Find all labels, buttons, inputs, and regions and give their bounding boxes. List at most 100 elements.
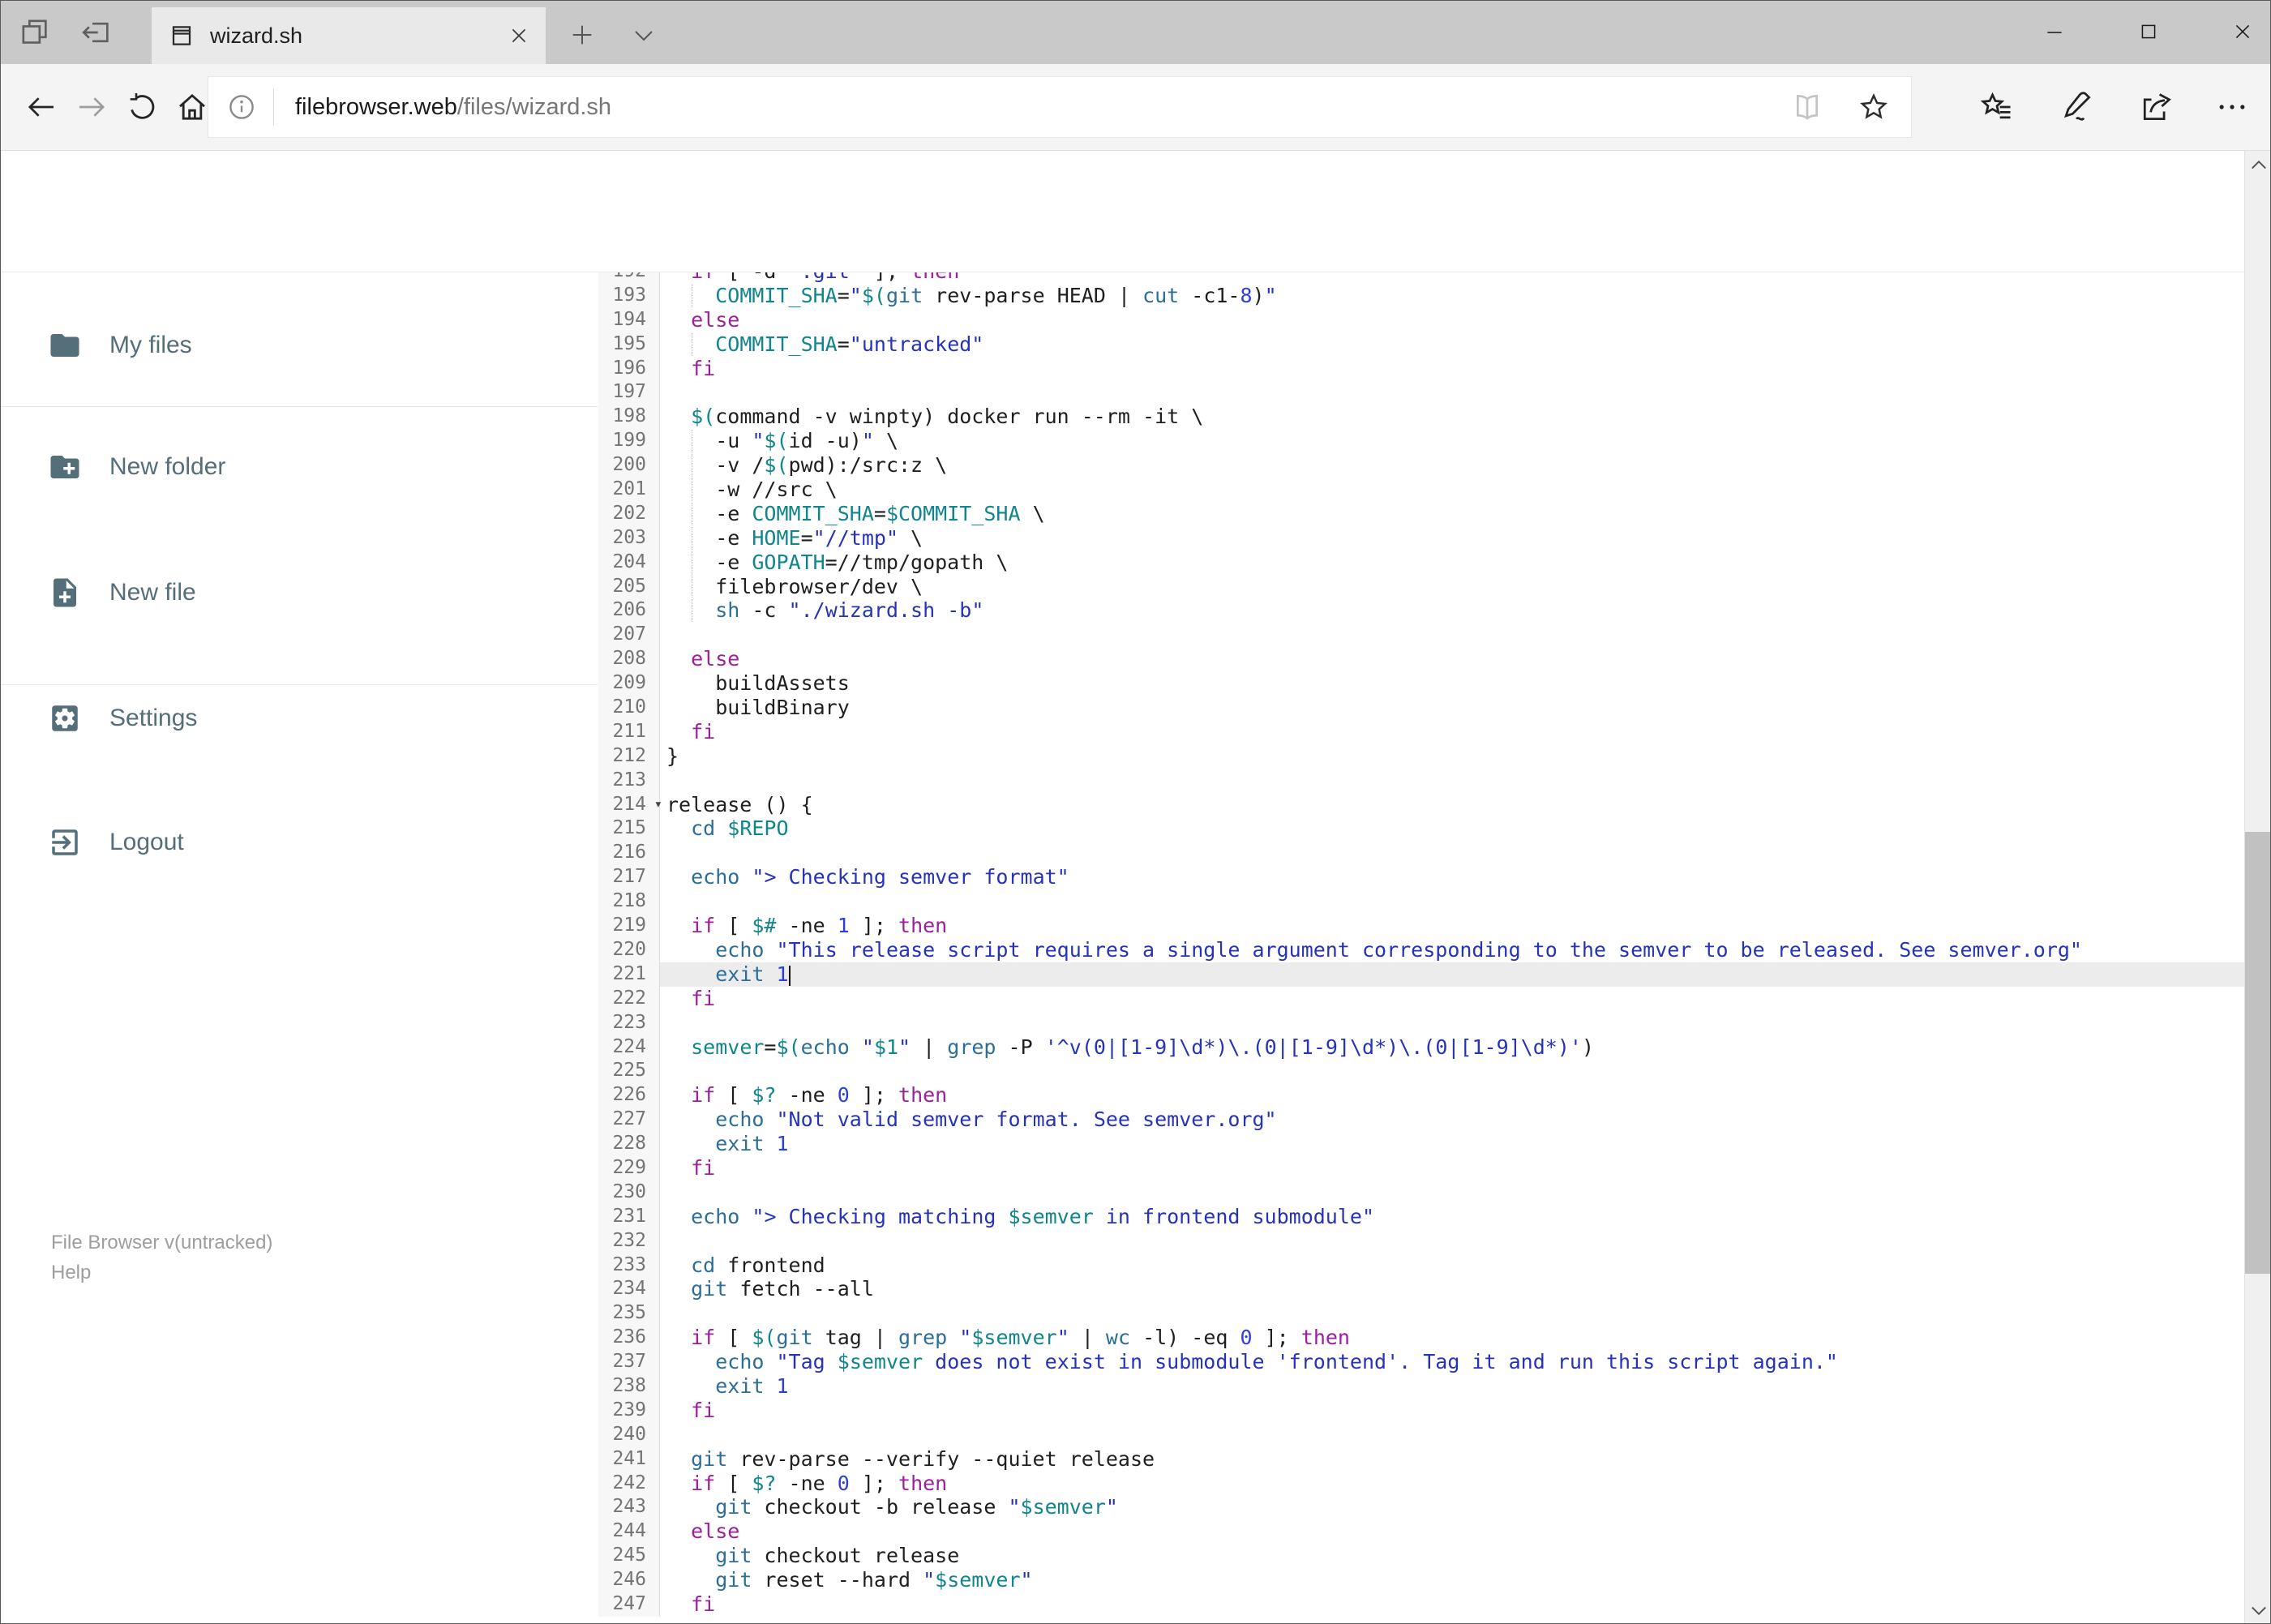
site-info-icon[interactable]: [226, 92, 257, 122]
code-line[interactable]: 203 -e HOME="//tmp" \: [598, 525, 2244, 551]
code-text[interactable]: [660, 1181, 2244, 1205]
code-text[interactable]: [660, 889, 2244, 914]
scroll-down-icon[interactable]: [2245, 1597, 2270, 1623]
code-line[interactable]: 192 if [ -d ".git" ]; then: [598, 272, 2244, 284]
code-line[interactable]: 207: [598, 623, 2244, 648]
code-text[interactable]: echo "Tag $semver does not exist in subm…: [660, 1350, 2244, 1374]
code-line[interactable]: 213: [598, 768, 2244, 793]
code-line[interactable]: 200 -v /$(pwd):/src:z \: [598, 453, 2244, 478]
code-line[interactable]: 243 git checkout -b release "$semver": [598, 1495, 2244, 1520]
home-button[interactable]: [176, 91, 208, 123]
code-text[interactable]: fi: [660, 1156, 2244, 1181]
code-text[interactable]: echo "> Checking semver format": [660, 865, 2244, 889]
code-text[interactable]: [660, 380, 2244, 405]
address-bar[interactable]: filebrowser.web/files/wizard.sh: [208, 76, 1912, 138]
code-line[interactable]: 232: [598, 1228, 2244, 1253]
code-text[interactable]: [660, 1011, 2244, 1035]
code-text[interactable]: -e HOME="//tmp" \: [660, 526, 2244, 551]
code-line[interactable]: 219 if [ $# -ne 1 ]; then: [598, 914, 2244, 938]
code-text[interactable]: else: [660, 308, 2244, 332]
code-text[interactable]: COMMIT_SHA="$(git rev-parse HEAD | cut -…: [660, 284, 2244, 308]
code-text[interactable]: [660, 1423, 2244, 1447]
maximize-button[interactable]: [2130, 11, 2167, 53]
sidebar-item-settings[interactable]: Settings: [1, 678, 598, 759]
code-line[interactable]: 218: [598, 889, 2244, 915]
code-line[interactable]: 238 exit 1: [598, 1373, 2244, 1399]
code-text[interactable]: exit 1: [660, 1132, 2244, 1156]
code-text[interactable]: git rev-parse --verify --quiet release: [660, 1447, 2244, 1472]
close-button[interactable]: [2224, 11, 2261, 53]
reading-view-icon[interactable]: [1791, 91, 1823, 123]
code-text[interactable]: echo "This release script requires a sin…: [660, 938, 2244, 962]
code-text[interactable]: if [ $? -ne 0 ]; then: [660, 1083, 2244, 1108]
add-favorite-star-icon[interactable]: [1858, 91, 1890, 123]
code-text[interactable]: sh -c "./wizard.sh -b": [660, 598, 2244, 623]
code-text[interactable]: exit 1: [660, 1374, 2244, 1399]
code-text[interactable]: cd $REPO: [660, 816, 2244, 841]
code-line[interactable]: 225: [598, 1059, 2244, 1084]
code-text[interactable]: semver=$(echo "$1" | grep -P '^v(0|[1-9]…: [660, 1035, 2244, 1060]
code-text[interactable]: git reset --hard "$semver": [660, 1568, 2244, 1592]
code-line[interactable]: 216: [598, 841, 2244, 866]
code-line[interactable]: 196 fi: [598, 356, 2244, 381]
scroll-up-icon[interactable]: [2245, 151, 2270, 178]
web-notes-pen-icon[interactable]: [2059, 89, 2094, 125]
code-text[interactable]: else: [660, 1519, 2244, 1544]
code-editor[interactable]: 192 if [ -d ".git" ]; then193 COMMIT_SHA…: [598, 272, 2244, 1623]
code-line[interactable]: 212}: [598, 743, 2244, 769]
code-text[interactable]: git fetch --all: [660, 1277, 2244, 1301]
code-text[interactable]: -e COMMIT_SHA=$COMMIT_SHA \: [660, 502, 2244, 526]
code-line[interactable]: 244 else: [598, 1519, 2244, 1545]
code-line[interactable]: 236 if [ $(git tag | grep "$semver" | wc…: [598, 1326, 2244, 1351]
forward-button[interactable]: [75, 91, 108, 123]
code-line[interactable]: 224 semver=$(echo "$1" | grep -P '^v(0|[…: [598, 1035, 2244, 1060]
code-line[interactable]: 242 if [ $? -ne 0 ]; then: [598, 1471, 2244, 1496]
code-line[interactable]: 245 git checkout release: [598, 1544, 2244, 1569]
code-text[interactable]: [660, 1229, 2244, 1253]
code-text[interactable]: $(command -v winpty) docker run --rm -it…: [660, 405, 2244, 429]
code-text[interactable]: [660, 1301, 2244, 1326]
hub-favorites-icon[interactable]: [1979, 89, 2015, 125]
code-line[interactable]: 211 fi: [598, 719, 2244, 744]
code-line[interactable]: 221 exit 1: [598, 962, 2244, 987]
code-line[interactable]: 195 COMMIT_SHA="untracked": [598, 332, 2244, 357]
code-text[interactable]: git checkout -b release "$semver": [660, 1495, 2244, 1519]
code-line[interactable]: 230: [598, 1180, 2244, 1205]
code-text[interactable]: echo "Not valid semver format. See semve…: [660, 1108, 2244, 1132]
set-tabs-aside-icon[interactable]: [80, 16, 113, 49]
code-text[interactable]: buildAssets: [660, 671, 2244, 696]
code-text[interactable]: [660, 769, 2244, 793]
code-text[interactable]: fi: [660, 987, 2244, 1011]
code-line[interactable]: 202 -e COMMIT_SHA=$COMMIT_SHA \: [598, 501, 2244, 526]
code-line[interactable]: 209 buildAssets: [598, 671, 2244, 696]
code-line[interactable]: 208 else: [598, 647, 2244, 672]
code-line[interactable]: 215 cd $REPO: [598, 816, 2244, 842]
code-text[interactable]: [660, 841, 2244, 865]
code-line[interactable]: 229 fi: [598, 1155, 2244, 1181]
sidebar-item-logout[interactable]: Logout: [1, 802, 598, 883]
code-line[interactable]: 217 echo "> Checking semver format": [598, 865, 2244, 890]
code-line[interactable]: 214 ▾ release () {: [598, 792, 2244, 817]
code-line[interactable]: 228 exit 1: [598, 1132, 2244, 1156]
code-line[interactable]: 197: [598, 380, 2244, 405]
page-scrollbar[interactable]: [2244, 151, 2270, 1623]
code-line[interactable]: 205 filebrowser/dev \: [598, 574, 2244, 599]
code-text[interactable]: filebrowser/dev \: [660, 575, 2244, 599]
code-line[interactable]: 226 if [ $? -ne 0 ]; then: [598, 1083, 2244, 1108]
code-text[interactable]: -w //src \: [660, 478, 2244, 502]
tab-close-icon[interactable]: [508, 25, 529, 46]
code-text[interactable]: else: [660, 647, 2244, 671]
share-icon[interactable]: [2138, 89, 2174, 125]
active-code-text[interactable]: exit 1: [660, 962, 2244, 987]
refresh-button[interactable]: [126, 91, 158, 123]
code-line[interactable]: 233 cd frontend: [598, 1253, 2244, 1278]
code-line[interactable]: 227 echo "Not valid semver format. See s…: [598, 1108, 2244, 1133]
sidebar-item-new-folder[interactable]: New folder: [1, 426, 598, 508]
code-text[interactable]: [660, 623, 2244, 647]
code-line[interactable]: 220 echo "This release script requires a…: [598, 937, 2244, 962]
code-line[interactable]: 231 echo "> Checking matching $semver in…: [598, 1204, 2244, 1229]
code-line[interactable]: 235: [598, 1301, 2244, 1326]
code-text[interactable]: if [ $# -ne 1 ]; then: [660, 914, 2244, 938]
code-line[interactable]: 193 COMMIT_SHA="$(git rev-parse HEAD | c…: [598, 283, 2244, 308]
code-text[interactable]: buildBinary: [660, 696, 2244, 720]
